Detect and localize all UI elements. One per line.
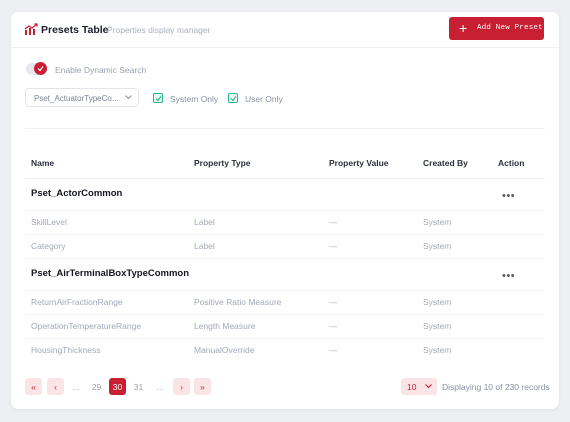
cell-type: Label <box>194 241 215 251</box>
page-button-31[interactable]: 31 <box>130 378 147 395</box>
cell-name: ReturnAirFractionRange <box>31 297 123 307</box>
cell-created-by: System <box>423 217 452 227</box>
first-page-button[interactable]: « <box>25 378 42 395</box>
column-header-created-by: Created By <box>423 158 468 168</box>
chevron-down-icon <box>125 95 132 100</box>
page-title: Presets Table <box>41 24 109 36</box>
cell-value: --- <box>329 321 338 331</box>
page-button-29[interactable]: 29 <box>88 378 105 395</box>
per-page-select[interactable]: 10 <box>401 378 437 395</box>
chevron-down-icon <box>425 384 432 389</box>
cell-type: Positive Ratio Measure <box>194 297 282 307</box>
column-header-property-value: Property Value <box>329 158 389 168</box>
cell-created-by: System <box>423 321 452 331</box>
chart-trend-icon <box>24 23 38 35</box>
card-header: Presets Table Properties display manager… <box>11 12 559 48</box>
presets-card: Presets Table Properties display manager… <box>11 12 559 409</box>
more-actions-icon[interactable]: ••• <box>502 191 515 202</box>
check-icon <box>37 66 44 72</box>
row-divider <box>25 234 545 235</box>
plus-icon: + <box>459 20 468 36</box>
cell-created-by: System <box>423 241 452 251</box>
system-only-checkbox[interactable] <box>153 93 163 103</box>
records-count: Displaying 10 of 230 records <box>442 382 550 392</box>
pset-select[interactable]: Pset_ActuatorTypeCo... <box>25 88 139 107</box>
system-only-label: System Only <box>170 94 219 104</box>
cell-type: ManualOverride <box>194 345 255 355</box>
filters-divider <box>25 128 545 129</box>
cell-value: --- <box>329 345 338 355</box>
cell-created-by: System <box>423 297 452 307</box>
cell-type: Label <box>194 217 215 227</box>
per-page-value: 10 <box>407 382 417 392</box>
more-actions-icon[interactable]: ••• <box>502 271 515 282</box>
add-new-preset-label: Add New Preset <box>477 24 543 32</box>
page-button-30[interactable]: 30 <box>109 378 126 395</box>
group-name: Pset_ActorCommon <box>31 188 123 199</box>
cell-name: HousingThickness <box>31 345 101 355</box>
cell-type: Length Measure <box>194 321 256 331</box>
pagination-ellipsis: ... <box>156 381 164 392</box>
cell-value: --- <box>329 297 338 307</box>
pset-select-value: Pset_ActuatorTypeCo... <box>34 94 119 103</box>
row-divider <box>25 258 545 259</box>
row-divider <box>25 290 545 291</box>
header-divider <box>25 178 545 179</box>
cell-value: --- <box>329 241 338 251</box>
cell-created-by: System <box>423 345 452 355</box>
row-divider <box>25 338 545 339</box>
row-divider <box>25 210 545 211</box>
toggle-knob <box>34 62 47 75</box>
add-new-preset-button[interactable]: + Add New Preset <box>449 17 544 40</box>
column-header-action: Action <box>498 158 525 168</box>
check-icon <box>155 96 162 102</box>
last-page-button[interactable]: » <box>194 378 211 395</box>
cell-name: SkillLevel <box>31 217 67 227</box>
dynamic-search-toggle[interactable] <box>26 62 47 75</box>
next-page-button[interactable]: › <box>173 378 190 395</box>
cell-name: Category <box>31 241 66 251</box>
page-subtitle: Properties display manager <box>107 25 211 35</box>
cell-value: --- <box>329 217 338 227</box>
column-header-name: Name <box>31 158 55 168</box>
user-only-label: User Only <box>245 94 283 104</box>
group-name: Pset_AirTerminalBoxTypeCommon <box>31 268 190 279</box>
row-divider <box>25 314 545 315</box>
prev-page-button[interactable]: ‹ <box>47 378 64 395</box>
column-header-property-type: Property Type <box>194 158 251 168</box>
pagination-ellipsis: ... <box>72 381 80 392</box>
cell-name: OperationTemperatureRange <box>31 321 142 331</box>
dynamic-search-label: Enable Dynamic Search <box>55 65 147 75</box>
user-only-checkbox[interactable] <box>228 93 238 103</box>
check-icon <box>230 96 237 102</box>
